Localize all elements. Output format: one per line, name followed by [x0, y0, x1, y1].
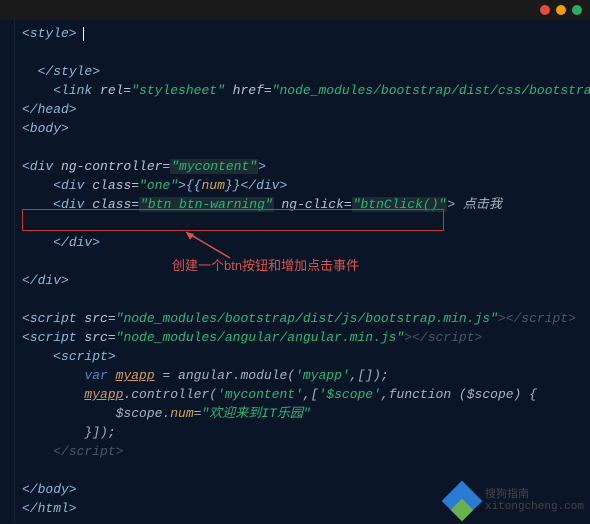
watermark-text: xitongcheng.com [485, 501, 584, 513]
window-dot-icon [572, 5, 582, 15]
code-line [22, 461, 588, 480]
window-dot-icon [556, 5, 566, 15]
code-line: <div ng-controller="mycontent"> [22, 157, 588, 176]
window-dot-icon [540, 5, 550, 15]
code-line [22, 43, 588, 62]
code-line [22, 138, 588, 157]
code-editor[interactable]: <style> </style> <link rel="stylesheet" … [0, 20, 590, 522]
code-line: myapp.controller('mycontent',['$scope',f… [22, 385, 588, 404]
code-line: <script> [22, 347, 588, 366]
code-line: <script src="node_modules/angular/angula… [22, 328, 588, 347]
code-line: <div class="one">{{num}}</div> [22, 176, 588, 195]
code-line: <body> [22, 119, 588, 138]
code-line: </script> [22, 442, 588, 461]
code-line: <link rel="stylesheet" href="node_module… [22, 81, 588, 100]
watermark: 搜狗指南 xitongcheng.com [445, 484, 584, 518]
code-line [22, 214, 588, 233]
text-cursor [83, 27, 84, 41]
code-line: </style> [22, 62, 588, 81]
watermark-logo-icon [445, 484, 479, 518]
annotation-text: 创建一个btn按钮和增加点击事件 [172, 256, 359, 275]
code-line: }]); [22, 423, 588, 442]
code-line: <script src="node_modules/bootstrap/dist… [22, 309, 588, 328]
title-bar [0, 0, 590, 20]
code-line: </div> [22, 233, 588, 252]
code-line: <div class="btn btn-warning" ng-click="b… [22, 195, 588, 214]
code-line: <style> [22, 24, 588, 43]
code-line: var myapp = angular.module('myapp',[]); [22, 366, 588, 385]
code-line: $scope.num="欢迎来到IT乐园" [22, 404, 588, 423]
code-line: </head> [22, 100, 588, 119]
watermark-text: 搜狗指南 [485, 489, 584, 501]
code-line [22, 290, 588, 309]
